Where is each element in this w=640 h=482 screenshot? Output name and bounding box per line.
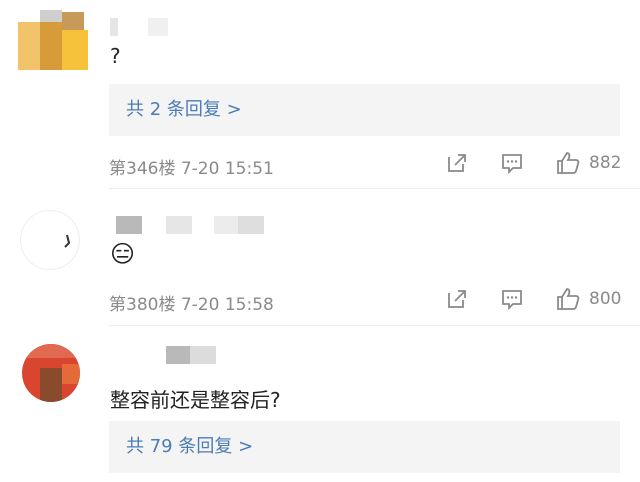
like-button[interactable]: 800	[555, 286, 621, 312]
avatar-image	[64, 234, 71, 248]
avatar-image	[22, 344, 80, 402]
comment-icon	[502, 290, 522, 311]
comment-text: 整容前还是整容后?	[110, 388, 281, 412]
username-blurred[interactable]	[110, 18, 168, 38]
comment-text: ?	[110, 44, 121, 68]
like-count: 800	[589, 289, 622, 309]
thumbs-up-icon	[557, 152, 580, 174]
comment-icon	[502, 154, 522, 175]
reply-button[interactable]	[500, 287, 555, 311]
avatar[interactable]	[22, 344, 80, 402]
username-blurred[interactable]	[166, 346, 216, 366]
reply-button[interactable]	[500, 151, 555, 175]
action-bar: 800	[445, 286, 625, 312]
comment-meta: 第380楼 7-20 15:58	[109, 295, 274, 315]
thumbs-up-icon	[557, 288, 580, 310]
avatar-image	[18, 10, 92, 70]
comment-meta: 第346楼 7-20 15:51	[109, 159, 274, 179]
share-icon	[448, 290, 466, 308]
share-button[interactable]	[445, 151, 500, 175]
username-blurred[interactable]	[116, 216, 264, 236]
action-bar: 882	[445, 150, 625, 176]
divider	[109, 325, 640, 326]
avatar[interactable]	[18, 10, 92, 70]
share-button[interactable]	[445, 287, 500, 311]
avatar[interactable]	[20, 210, 80, 270]
view-replies-link[interactable]: 共 2 条回复 >	[109, 84, 620, 136]
like-count: 882	[589, 153, 622, 173]
like-button[interactable]: 882	[555, 150, 621, 176]
divider	[109, 188, 640, 189]
view-replies-link[interactable]: 共 79 条回复 >	[109, 421, 620, 473]
share-icon	[448, 154, 466, 172]
comment-emoji: 😑	[110, 240, 136, 268]
